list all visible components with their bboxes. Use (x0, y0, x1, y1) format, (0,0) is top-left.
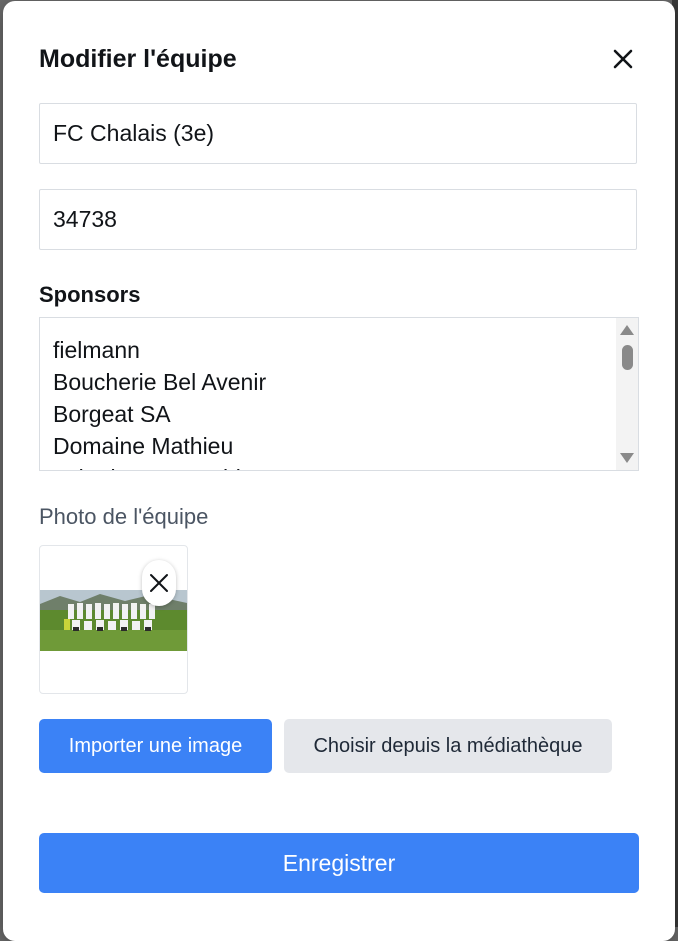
edit-team-modal: Modifier l'équipe FC Chalais (3e) 34738 … (3, 1, 675, 941)
sponsors-listbox[interactable]: fielmann Boucherie Bel Avenir Borgeat SA… (39, 317, 639, 471)
scrollbar[interactable] (616, 318, 638, 470)
close-icon (150, 574, 168, 592)
scroll-down-icon[interactable] (620, 453, 634, 463)
close-icon (613, 49, 633, 69)
scroll-thumb[interactable] (622, 345, 633, 370)
list-item[interactable]: Borgeat SA (53, 398, 266, 430)
close-button[interactable] (609, 45, 637, 73)
list-item[interactable]: Boucherie Bel Avenir (53, 366, 266, 398)
team-name-input[interactable]: FC Chalais (3e) (39, 103, 637, 164)
scroll-up-icon[interactable] (620, 325, 634, 335)
list-item[interactable]: Domaine Mathieu (53, 430, 266, 462)
list-item[interactable]: Laiterie Mont-Noble (53, 462, 266, 470)
photo-card (39, 545, 188, 694)
modal-title: Modifier l'équipe (39, 45, 237, 73)
import-image-button[interactable]: Importer une image (39, 719, 272, 773)
sponsors-list: fielmann Boucherie Bel Avenir Borgeat SA… (53, 334, 266, 470)
save-button[interactable]: Enregistrer (39, 833, 639, 893)
choose-from-library-button[interactable]: Choisir depuis la médiathèque (284, 719, 612, 773)
photo-label: Photo de l'équipe (39, 504, 209, 529)
list-item[interactable]: fielmann (53, 334, 266, 366)
remove-photo-button[interactable] (142, 560, 176, 606)
sponsors-label: Sponsors (39, 282, 141, 307)
team-id-input[interactable]: 34738 (39, 189, 637, 250)
